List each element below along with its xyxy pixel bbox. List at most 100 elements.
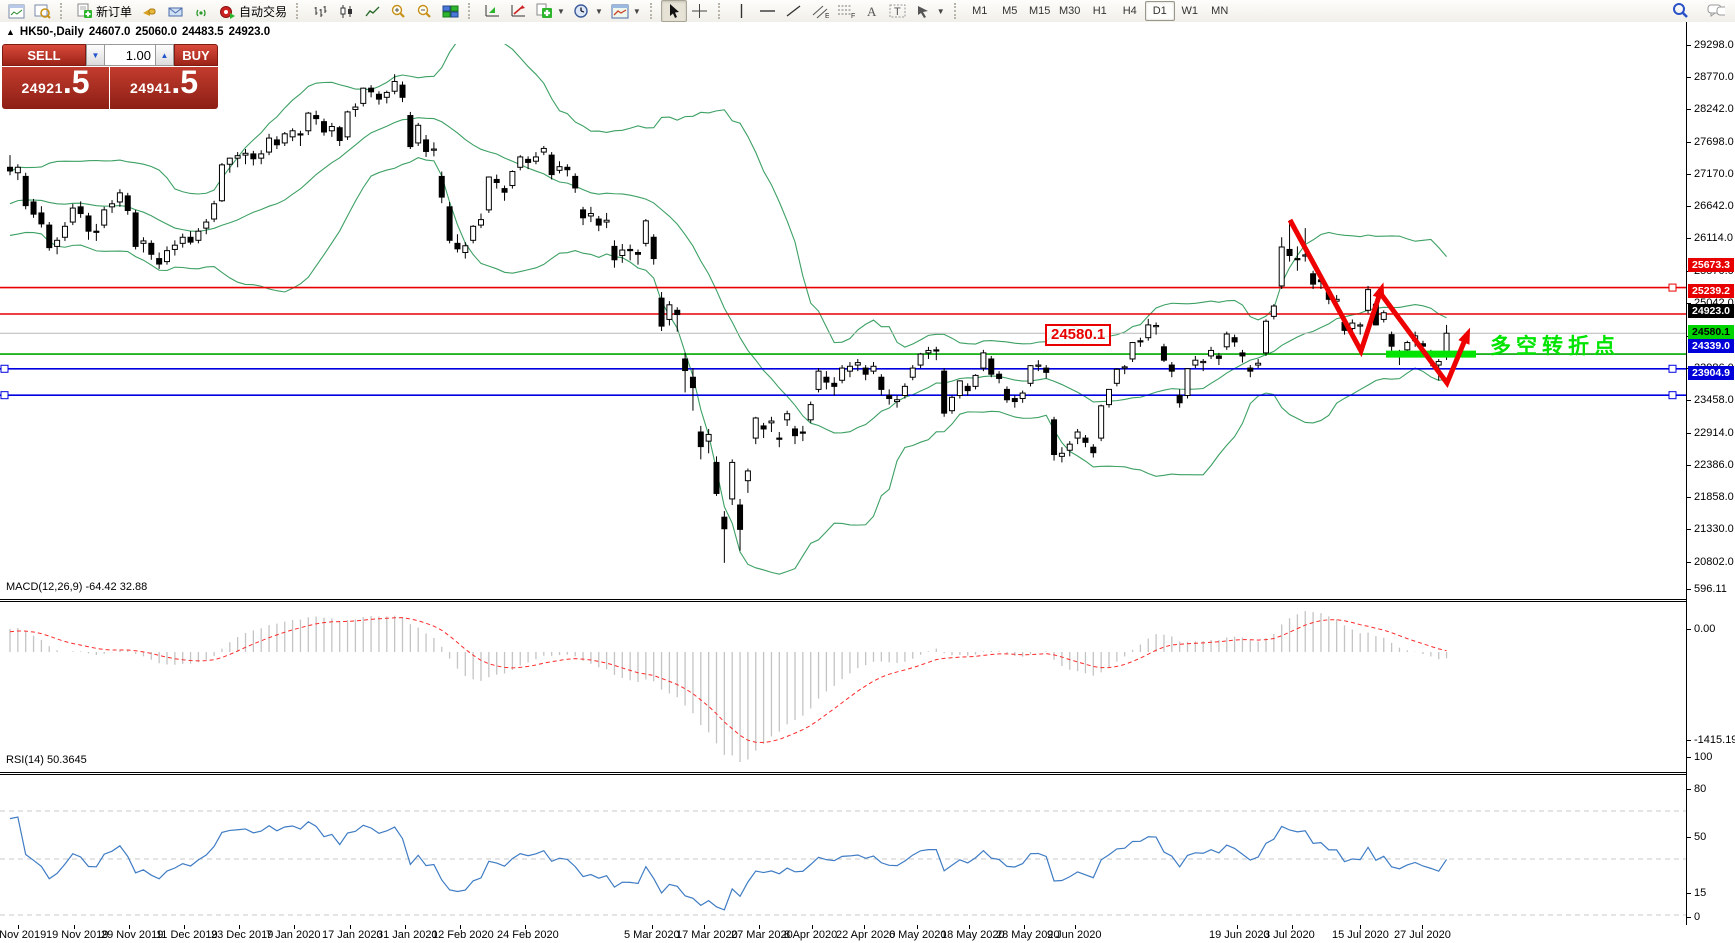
macd-pane[interactable] xyxy=(0,599,1686,772)
macd-axis-label: 596.11 xyxy=(1694,583,1727,595)
rsi-axis-label: 80 xyxy=(1694,783,1707,795)
arrows-button[interactable]: ▼ xyxy=(911,0,949,22)
add-indicator-button[interactable]: ▼ xyxy=(531,0,569,22)
mailbox-button[interactable] xyxy=(162,0,188,22)
rsi-axis-label: 50 xyxy=(1694,831,1707,843)
templates-button[interactable]: ▼ xyxy=(607,0,645,22)
dropdown-arrow-icon[interactable]: ▼ xyxy=(633,7,641,16)
toolbar-grip xyxy=(296,3,302,19)
timeframe-button-h1[interactable]: H1 xyxy=(1085,1,1115,21)
bar-chart-button[interactable] xyxy=(307,0,333,22)
mt4-application: 新订单 自动交易 ▼ ▼ ▼ E F A T ▼ M1 M5 M15 M30 H1 H4 D1 W1 MN 2929… xyxy=(0,0,1735,943)
panel-toggle-icon[interactable]: ▲ xyxy=(6,27,15,37)
zoom-in-button[interactable] xyxy=(385,0,411,22)
indicators-button[interactable] xyxy=(479,0,505,22)
price-tick xyxy=(1687,562,1691,563)
timeframe-button-m1[interactable]: M1 xyxy=(965,1,995,21)
dropdown-arrow-icon[interactable]: ▼ xyxy=(557,7,565,16)
line-handle[interactable] xyxy=(1668,364,1677,373)
signal-button[interactable] xyxy=(188,0,214,22)
charts-window-button[interactable] xyxy=(3,0,29,22)
tile-windows-button[interactable] xyxy=(437,0,463,22)
fibonacci-button[interactable]: F xyxy=(833,0,859,22)
date-tick-label: 27 Jul 2020 xyxy=(1394,929,1451,941)
timeframe-button-w1[interactable]: W1 xyxy=(1175,1,1205,21)
sell-button[interactable]: SELL xyxy=(2,44,86,66)
auto-trading-label: 自动交易 xyxy=(239,4,288,19)
rsi-axis-tick xyxy=(1687,789,1691,790)
rsi-axis-tick xyxy=(1687,917,1691,918)
timeframe-button-mn[interactable]: MN xyxy=(1205,1,1235,21)
price-tick xyxy=(1687,400,1691,401)
buy-price[interactable]: 24941 .5 xyxy=(110,66,218,109)
price-tick-label: 29298.0 xyxy=(1694,39,1734,51)
ohlc-low: 24483.5 xyxy=(182,26,224,38)
new-order-button[interactable]: 新订单 xyxy=(71,0,136,22)
trendline-icon xyxy=(785,3,803,19)
pane-separator[interactable] xyxy=(0,601,1686,602)
ohlc-high: 25060.0 xyxy=(135,26,177,38)
price-annotation-box[interactable]: 24580.1 xyxy=(1045,324,1112,346)
buy-button[interactable]: BUY xyxy=(174,44,218,66)
text-button[interactable]: A xyxy=(859,0,885,22)
mailbox-icon xyxy=(166,3,184,19)
pane-separator[interactable] xyxy=(0,774,1686,775)
candlestick-chart-button[interactable] xyxy=(333,0,359,22)
crosshair-button[interactable] xyxy=(687,0,713,22)
trend-reversal-text[interactable]: 多空转折点 xyxy=(1490,330,1620,360)
date-tick-label: 5 Mar 2020 xyxy=(624,929,680,941)
vertical-line-button[interactable] xyxy=(729,0,755,22)
main-price-pane[interactable] xyxy=(0,44,1686,599)
timeframe-button-d1[interactable]: D1 xyxy=(1144,1,1175,21)
line-chart-button[interactable] xyxy=(359,0,385,22)
date-tick-label: 15 Jul 2020 xyxy=(1332,929,1389,941)
timeframe-button-m5[interactable]: M5 xyxy=(995,1,1025,21)
chat-button[interactable] xyxy=(1703,0,1729,22)
channel-button[interactable]: E xyxy=(807,0,833,22)
candles[interactable] xyxy=(7,74,1450,563)
horizontal-line-23904.9[interactable] xyxy=(0,391,1686,400)
trendline-button[interactable] xyxy=(781,0,807,22)
price-axis[interactable]: 29298.0 28770.0 28242.0 27698.0 27170.0 26642… xyxy=(1687,22,1735,925)
bollinger-bands[interactable] xyxy=(9,44,1447,575)
line-handle[interactable] xyxy=(0,391,9,400)
tile-windows-icon xyxy=(441,3,459,19)
price-tick-label: 26642.0 xyxy=(1694,200,1734,212)
text-label-button[interactable]: T xyxy=(885,0,911,22)
horizontal-line-button[interactable] xyxy=(755,0,781,22)
timeframe-button-h4[interactable]: H4 xyxy=(1115,1,1145,21)
periods-button[interactable]: ▼ xyxy=(569,0,607,22)
date-tick-label: 31 Jan 2020 xyxy=(377,929,438,941)
zigzag-arrow[interactable] xyxy=(1287,218,1385,358)
date-axis[interactable]: 7 Nov 201919 Nov 201929 Nov 201911 Dec 2… xyxy=(0,925,1735,943)
search-button[interactable] xyxy=(1667,0,1693,22)
objects-button[interactable] xyxy=(505,0,531,22)
line-handle[interactable] xyxy=(1668,391,1677,400)
auto-trading-button[interactable]: 自动交易 xyxy=(214,0,291,22)
signal-icon xyxy=(192,3,210,19)
timeframe-button-m30[interactable]: M30 xyxy=(1055,1,1085,21)
volume-input[interactable]: 1.00 xyxy=(105,44,155,66)
dropdown-arrow-icon[interactable]: ▼ xyxy=(595,7,603,16)
rsi-pane[interactable] xyxy=(0,772,1686,943)
date-tick-label: 9 Jun 2020 xyxy=(1047,929,1102,941)
line-handle[interactable] xyxy=(1668,283,1677,292)
dropdown-arrow-icon[interactable]: ▼ xyxy=(937,7,945,16)
cursor-button[interactable] xyxy=(660,0,687,22)
toolbar-grip xyxy=(649,3,656,19)
pane-separator[interactable] xyxy=(0,772,1686,773)
line-handle[interactable] xyxy=(0,364,9,373)
sell-price[interactable]: 24921 .5 xyxy=(2,66,109,109)
data-window-button[interactable] xyxy=(29,0,55,22)
price-tick xyxy=(1687,529,1691,530)
macd-signal-line xyxy=(9,617,1447,744)
pane-separator[interactable] xyxy=(0,599,1686,600)
volume-decrease-button[interactable]: ▼ xyxy=(86,44,105,66)
timeframe-button-m15[interactable]: M15 xyxy=(1025,1,1055,21)
date-tick-label: 3 Jul 2020 xyxy=(1264,929,1315,941)
volume-increase-button[interactable]: ▲ xyxy=(155,44,174,66)
news-button[interactable] xyxy=(136,0,162,22)
rsi-axis-label: 15 xyxy=(1694,887,1707,899)
zoom-out-button[interactable] xyxy=(411,0,437,22)
chart-window[interactable] xyxy=(0,22,1735,943)
